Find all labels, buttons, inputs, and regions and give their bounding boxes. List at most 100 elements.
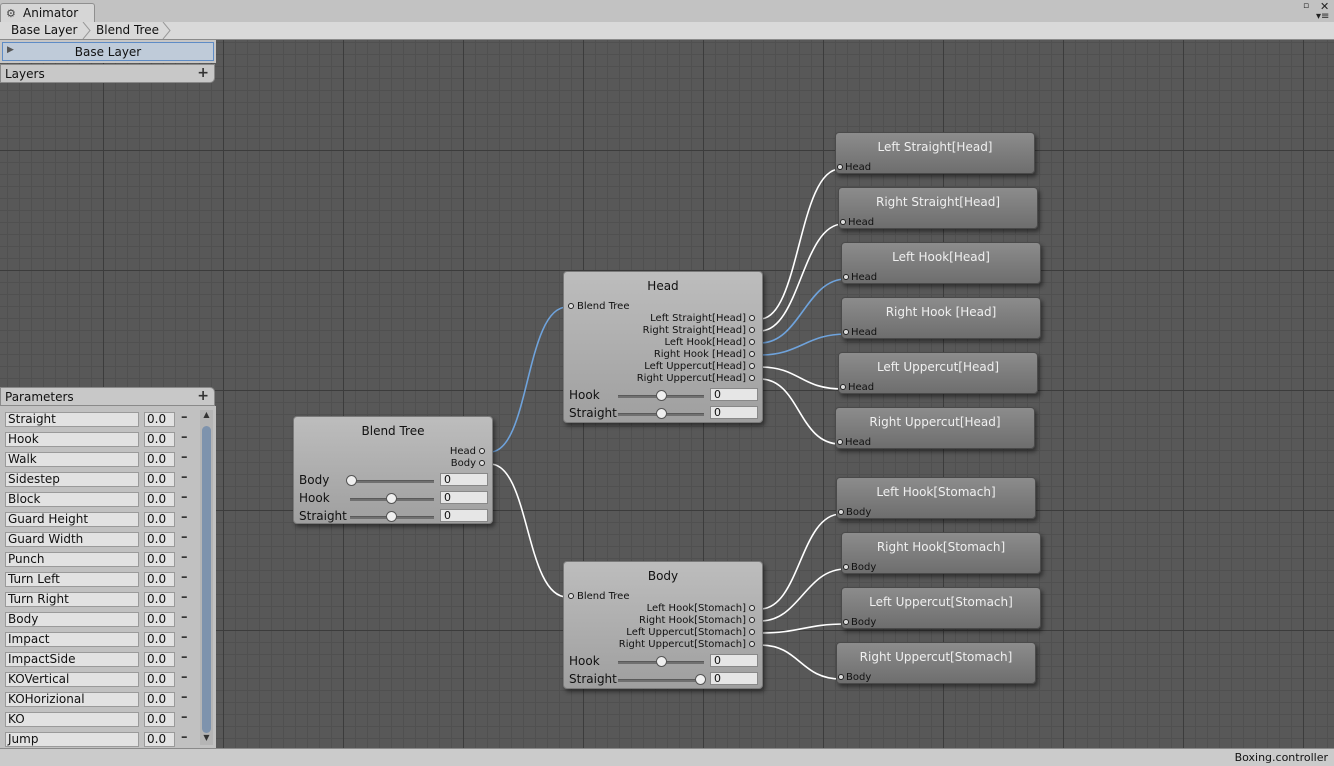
scroll-up-icon[interactable]: ▲	[200, 410, 213, 422]
parameter-row[interactable]: ImpactSide 0.0–	[0, 650, 200, 670]
input-port[interactable]: Head	[837, 162, 871, 173]
leaf-node[interactable]: Right Hook[Stomach] Body	[841, 532, 1041, 574]
parameter-value-field[interactable]: 0.0	[144, 612, 175, 627]
port-dot-icon[interactable]	[749, 641, 755, 647]
port-dot-icon[interactable]	[843, 274, 849, 280]
node-body[interactable]: Body Blend Tree Left Hook[Stomach] Right …	[563, 561, 763, 689]
parameter-value-field[interactable]: 0.0	[144, 552, 175, 567]
parameter-row[interactable]: Block 0.0–	[0, 490, 200, 510]
port-dot-icon[interactable]	[479, 460, 485, 466]
straight-value-field[interactable]: 0	[710, 406, 758, 419]
port-dot-icon[interactable]	[840, 384, 846, 390]
parameter-value-field[interactable]: 0.0	[144, 712, 175, 727]
scroll-thumb[interactable]	[202, 426, 211, 733]
remove-parameter-button[interactable]: –	[181, 590, 188, 605]
parameter-row[interactable]: KO 0.0–	[0, 710, 200, 730]
output-port[interactable]: Right Hook [Head]	[654, 349, 758, 360]
breadcrumb-base-layer[interactable]: Base Layer	[11, 23, 78, 37]
parameter-name-field[interactable]: Jump	[5, 732, 139, 747]
animator-tab[interactable]: ⚙ Animator	[0, 3, 95, 22]
remove-parameter-button[interactable]: –	[181, 450, 188, 465]
parameter-row[interactable]: Sidestep 0.0–	[0, 470, 200, 490]
straight-slider-knob[interactable]	[656, 408, 667, 419]
straight-value-field[interactable]: 0	[710, 672, 758, 685]
parameter-row[interactable]: Hook 0.0–	[0, 430, 200, 450]
remove-parameter-button[interactable]: –	[181, 730, 188, 745]
input-port[interactable]: Body	[838, 672, 871, 683]
parameter-value-field[interactable]: 0.0	[144, 492, 175, 507]
input-port[interactable]: Head	[843, 272, 877, 283]
parameter-name-field[interactable]: Block	[5, 492, 139, 507]
parameter-row[interactable]: Turn Left 0.0–	[0, 570, 200, 590]
parameter-value-field[interactable]: 0.0	[144, 692, 175, 707]
body-value-field[interactable]: 0	[440, 473, 488, 486]
port-dot-icon[interactable]	[837, 164, 843, 170]
input-port[interactable]: Head	[840, 382, 874, 393]
port-dot-icon[interactable]	[843, 564, 849, 570]
scroll-down-icon[interactable]: ▼	[200, 733, 213, 745]
parameter-row[interactable]: KOHorizional 0.0–	[0, 690, 200, 710]
parameter-value-field[interactable]: 0.0	[144, 572, 175, 587]
parameter-name-field[interactable]: KO	[5, 712, 139, 727]
hook-slider-knob[interactable]	[656, 656, 667, 667]
port-dot-icon[interactable]	[749, 363, 755, 369]
parameter-row[interactable]: Turn Right 0.0–	[0, 590, 200, 610]
parameter-value-field[interactable]: 0.0	[144, 412, 175, 427]
add-parameter-button[interactable]: +	[197, 388, 209, 404]
input-port[interactable]: Body	[843, 617, 876, 628]
remove-parameter-button[interactable]: –	[181, 410, 188, 425]
remove-parameter-button[interactable]: –	[181, 670, 188, 685]
parameter-name-field[interactable]: ImpactSide	[5, 652, 139, 667]
output-port[interactable]: Right Straight[Head]	[643, 325, 758, 336]
parameter-row[interactable]: Body 0.0–	[0, 610, 200, 630]
output-port[interactable]: Left Hook[Stomach]	[647, 603, 758, 614]
input-port[interactable]: Body	[843, 562, 876, 573]
leaf-node[interactable]: Right Straight[Head] Head	[838, 187, 1038, 229]
parameter-row[interactable]: Punch 0.0–	[0, 550, 200, 570]
input-port[interactable]: Head	[843, 327, 877, 338]
port-dot-icon[interactable]	[838, 674, 844, 680]
straight-value-field[interactable]: 0	[440, 509, 488, 522]
parameter-row[interactable]: Guard Width 0.0–	[0, 530, 200, 550]
output-port[interactable]: Left Hook[Head]	[665, 337, 759, 348]
remove-parameter-button[interactable]: –	[181, 430, 188, 445]
input-port-blend-tree[interactable]: Blend Tree	[568, 591, 630, 602]
parameter-name-field[interactable]: Turn Left	[5, 572, 139, 587]
leaf-node[interactable]: Right Uppercut[Head] Head	[835, 407, 1035, 449]
input-port[interactable]: Head	[837, 437, 871, 448]
port-dot-icon[interactable]	[749, 629, 755, 635]
remove-parameter-button[interactable]: –	[181, 690, 188, 705]
input-port[interactable]: Head	[840, 217, 874, 228]
hook-value-field[interactable]: 0	[440, 491, 488, 504]
parameter-name-field[interactable]: Straight	[5, 412, 139, 427]
remove-parameter-button[interactable]: –	[181, 650, 188, 665]
leaf-node[interactable]: Left Hook[Head] Head	[841, 242, 1041, 284]
parameter-value-field[interactable]: 0.0	[144, 592, 175, 607]
parameter-value-field[interactable]: 0.0	[144, 532, 175, 547]
output-port[interactable]: Right Uppercut[Stomach]	[619, 639, 758, 650]
output-port-head[interactable]: Head	[450, 446, 488, 457]
remove-parameter-button[interactable]: –	[181, 530, 188, 545]
port-dot-icon[interactable]	[568, 593, 574, 599]
parameters-scrollbar[interactable]: ▲ ▼	[200, 410, 213, 745]
hook-value-field[interactable]: 0	[710, 654, 758, 667]
parameter-value-field[interactable]: 0.0	[144, 432, 175, 447]
port-dot-icon[interactable]	[837, 439, 843, 445]
leaf-node[interactable]: Left Hook[Stomach] Body	[836, 477, 1036, 519]
parameter-value-field[interactable]: 0.0	[144, 672, 175, 687]
parameter-value-field[interactable]: 0.0	[144, 652, 175, 667]
straight-slider[interactable]	[618, 679, 704, 682]
leaf-node[interactable]: Left Uppercut[Head] Head	[838, 352, 1038, 394]
layer-item-base-layer[interactable]: ▶ Base Layer	[2, 42, 214, 61]
remove-parameter-button[interactable]: –	[181, 710, 188, 725]
parameter-row[interactable]: Jump 0.0–	[0, 730, 200, 750]
leaf-node[interactable]: Right Uppercut[Stomach] Body	[836, 642, 1036, 684]
parameter-name-field[interactable]: Sidestep	[5, 472, 139, 487]
output-port[interactable]: Left Uppercut[Head]	[644, 361, 758, 372]
parameter-name-field[interactable]: Impact	[5, 632, 139, 647]
port-dot-icon[interactable]	[843, 619, 849, 625]
port-dot-icon[interactable]	[749, 339, 755, 345]
parameter-name-field[interactable]: Guard Width	[5, 532, 139, 547]
output-port[interactable]: Right Uppercut[Head]	[637, 373, 758, 384]
hook-slider-knob[interactable]	[386, 493, 397, 504]
